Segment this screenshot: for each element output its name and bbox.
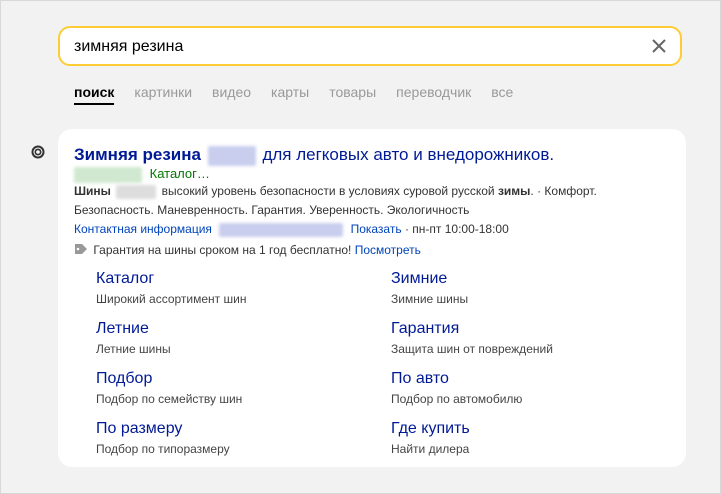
contact-link[interactable]: Контактная информация [74, 222, 212, 236]
sitelink-desc: Зимние шины [391, 292, 469, 306]
sitelink-desc: Подбор по автомобилю [391, 392, 523, 406]
sitelink-warranty[interactable]: Гарантия [391, 320, 459, 338]
sitelink-desc: Широкий ассортимент шин [96, 292, 247, 306]
result-title-rest: для легковых авто и внедорожников. [262, 145, 555, 164]
tab-images[interactable]: картинки [134, 84, 192, 106]
promo-text: Гарантия на шины сроком на 1 год бесплат… [93, 243, 352, 257]
snippet-line-1: Шины высокий уровень безопасности в усло… [74, 184, 597, 199]
tab-search[interactable]: поиск [74, 84, 115, 105]
close-icon[interactable] [650, 37, 668, 55]
tab-translator[interactable]: переводчик [396, 84, 471, 106]
sitelink-by-car[interactable]: По авто [391, 370, 449, 388]
sitelink-desc: Подбор по типоразмеру [96, 442, 230, 456]
sitelink-by-size[interactable]: По размеру [96, 420, 182, 438]
sitelink-summer[interactable]: Летние [96, 320, 149, 338]
blurred-domain [74, 166, 142, 183]
search-tabs: поиск картинки видео карты товары перево… [74, 84, 533, 106]
sitelink-desc: Подбор по семейству шин [96, 392, 243, 406]
sitelink-where-to-buy[interactable]: Где купить [391, 420, 470, 438]
snippet-tail-1: . · Комфорт. [530, 184, 597, 198]
blurred-brand [207, 145, 256, 166]
sitelink-selection[interactable]: Подбор [96, 370, 152, 388]
sitelink-winter[interactable]: Зимние [391, 270, 447, 288]
sitelink-desc: Найти дилера [391, 442, 470, 456]
snippet-bold-1: Шины [74, 184, 111, 198]
snippet-text-1: высокий уровень безопасности в условиях … [161, 184, 495, 198]
snippet-line-2: Безопасность. Маневренность. Гарантия. У… [74, 203, 470, 217]
result-title[interactable]: Зимняя резина для легковых авто и внедор… [74, 145, 554, 166]
promo-link[interactable]: Посмотреть [355, 243, 421, 257]
promo-line: Гарантия на шины сроком на 1 год бесплат… [74, 243, 421, 257]
tag-icon [75, 244, 87, 254]
blurred-brand-snippet [116, 184, 157, 199]
sitelink-desc: Летние шины [96, 342, 171, 356]
search-input[interactable] [74, 36, 634, 58]
result-url-path: Каталог… [149, 166, 210, 181]
show-phone-link[interactable]: Показать [351, 222, 402, 236]
sitelink-desc: Защита шин от повреждений [391, 342, 553, 356]
tab-products[interactable]: товары [329, 84, 376, 106]
blurred-phone [219, 222, 344, 237]
tab-all[interactable]: все [491, 84, 513, 106]
working-hours: · пн-пт 10:00-18:00 [404, 222, 509, 236]
result-title-bold: Зимняя резина [74, 145, 201, 164]
search-box [58, 26, 682, 66]
result-url[interactable]: Каталог… [74, 166, 210, 183]
tab-maps[interactable]: карты [271, 84, 309, 106]
contact-line: Контактная информация Показать · пн-пт 1… [74, 222, 509, 237]
tab-video[interactable]: видео [212, 84, 251, 106]
snippet-bold-2: зимы [497, 184, 531, 198]
sitelink-catalog[interactable]: Каталог [96, 270, 154, 288]
target-icon [31, 145, 45, 159]
